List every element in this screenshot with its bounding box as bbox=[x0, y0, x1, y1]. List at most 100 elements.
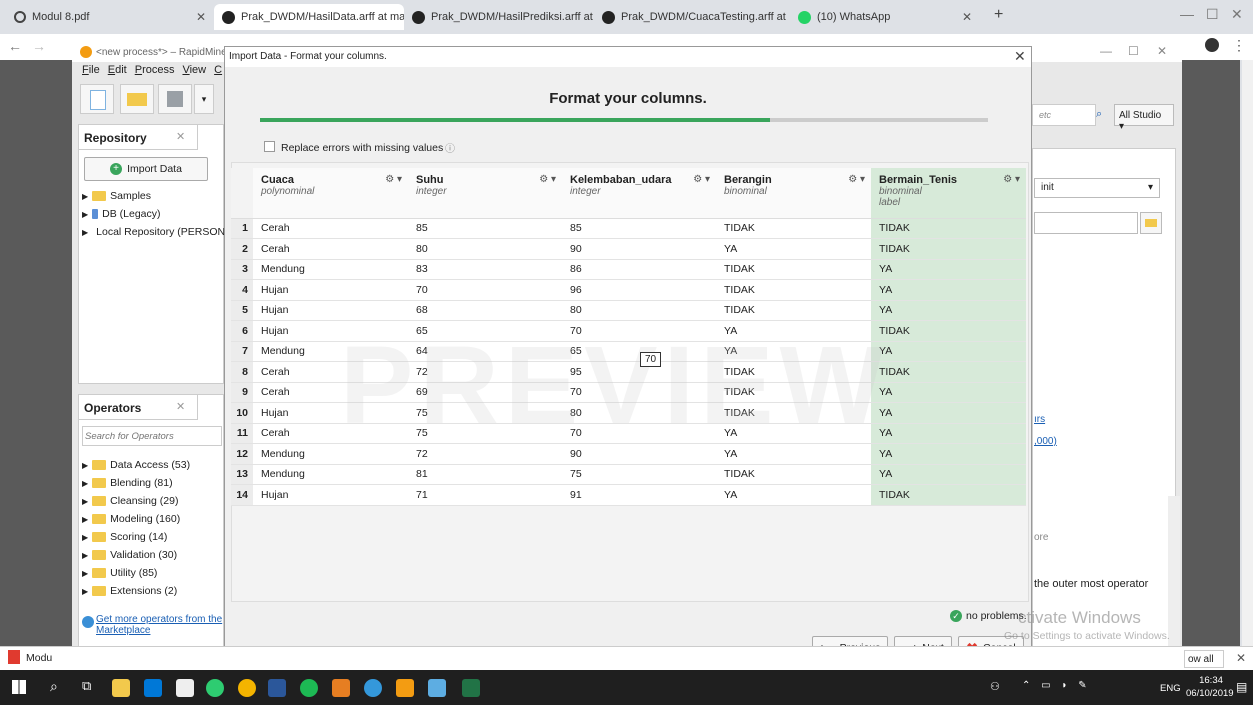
expand-icon[interactable]: ▶ bbox=[82, 497, 88, 506]
forward-icon[interactable]: → bbox=[32, 38, 46, 54]
rapidminer-taskbar-icon[interactable] bbox=[396, 679, 414, 697]
menu-view[interactable]: View bbox=[182, 64, 206, 76]
tree-item-modeling[interactable]: ▶ Modeling (160) bbox=[82, 510, 224, 528]
table-cell[interactable]: 86 bbox=[562, 259, 716, 280]
table-cell[interactable]: Hujan bbox=[253, 484, 408, 506]
clock-date[interactable]: 06/10/2019 bbox=[1186, 688, 1234, 699]
file-path-input[interactable] bbox=[1034, 212, 1138, 234]
table-cell[interactable]: 72 bbox=[408, 361, 562, 383]
xampp-icon[interactable] bbox=[332, 679, 350, 697]
table-cell[interactable]: TIDAK bbox=[716, 218, 871, 239]
menu-file[interactable]: File bbox=[82, 64, 100, 76]
close-icon[interactable]: ✕ bbox=[176, 400, 185, 413]
column-settings-icon[interactable]: ⚙ ▾ bbox=[385, 174, 402, 185]
profile-icon[interactable] bbox=[1205, 38, 1219, 52]
table-cell[interactable]: Mendung bbox=[253, 443, 408, 465]
table-cell[interactable]: Cerah bbox=[253, 361, 408, 383]
rm-minimize-icon[interactable]: — bbox=[1100, 44, 1112, 58]
operators-search-input[interactable] bbox=[82, 426, 222, 446]
tree-item-scoring[interactable]: ▶ Scoring (14) bbox=[82, 528, 224, 546]
table-cell[interactable]: TIDAK bbox=[716, 259, 871, 280]
table-cell[interactable]: 71 bbox=[408, 484, 562, 506]
table-cell[interactable]: YA bbox=[871, 464, 1026, 485]
people-icon[interactable]: ⚇ bbox=[990, 680, 1000, 693]
spotify-icon[interactable] bbox=[300, 679, 318, 697]
table-cell[interactable]: 90 bbox=[562, 238, 716, 260]
table-cell[interactable]: 80 bbox=[562, 402, 716, 424]
table-cell[interactable]: TIDAK bbox=[716, 382, 871, 403]
notifications-icon[interactable]: ▤ bbox=[1236, 680, 1247, 694]
column-header-kelembaban[interactable]: ⚙ ▾ Kelembaban_udara integer bbox=[562, 168, 716, 219]
menu-process[interactable]: Process bbox=[135, 64, 175, 76]
tab-hasilprediksi[interactable]: Prak_DWDM/HasilPrediksi.arff at ✕ bbox=[404, 4, 594, 30]
all-studio-dropdown[interactable]: All Studio ▾ bbox=[1114, 104, 1174, 132]
table-cell[interactable]: Cerah bbox=[253, 423, 408, 444]
table-cell[interactable]: 70 bbox=[408, 279, 562, 301]
close-download-bar-icon[interactable]: ✕ bbox=[1236, 651, 1246, 665]
table-cell[interactable]: TIDAK bbox=[716, 279, 871, 301]
table-cell[interactable]: Hujan bbox=[253, 320, 408, 342]
expand-icon[interactable]: ▶ bbox=[82, 587, 88, 596]
table-cell[interactable]: YA bbox=[871, 279, 1026, 301]
mail-icon[interactable] bbox=[176, 679, 194, 697]
table-cell[interactable]: 75 bbox=[562, 464, 716, 485]
column-settings-icon[interactable]: ⚙ ▾ bbox=[539, 174, 556, 185]
table-cell[interactable]: YA bbox=[871, 259, 1026, 280]
table-cell[interactable]: 85 bbox=[408, 218, 562, 239]
init-dropdown[interactable]: init ▾ bbox=[1034, 178, 1160, 198]
table-cell[interactable]: Mendung bbox=[253, 464, 408, 485]
new-process-button[interactable] bbox=[80, 84, 114, 114]
table-cell[interactable]: TIDAK bbox=[871, 320, 1026, 342]
new-tab-button[interactable]: + bbox=[994, 6, 1003, 24]
expand-icon[interactable]: ▶ bbox=[82, 461, 88, 470]
column-settings-icon[interactable]: ⚙ ▾ bbox=[848, 174, 865, 185]
browser-scrollbar[interactable] bbox=[1242, 60, 1253, 670]
expand-icon[interactable]: ▶ bbox=[82, 228, 88, 237]
table-cell[interactable]: 72 bbox=[408, 443, 562, 465]
expand-icon[interactable]: ▶ bbox=[82, 192, 88, 201]
rm-maximize-icon[interactable]: ☐ bbox=[1128, 44, 1139, 58]
expand-icon[interactable]: ▶ bbox=[82, 479, 88, 488]
table-cell[interactable]: 80 bbox=[408, 238, 562, 260]
table-cell[interactable]: 70 bbox=[562, 423, 716, 444]
language-indicator[interactable]: ENG bbox=[1160, 683, 1181, 694]
tree-item-cleansing[interactable]: ▶ Cleansing (29) bbox=[82, 492, 224, 510]
replace-errors-checkbox[interactable] bbox=[264, 141, 275, 152]
table-cell[interactable]: TIDAK bbox=[716, 402, 871, 424]
table-cell[interactable]: TIDAK bbox=[871, 484, 1026, 506]
tab-hasildata[interactable]: Prak_DWDM/HasilData.arff at ma ✕ bbox=[214, 4, 404, 30]
tab-cuacatesting[interactable]: Prak_DWDM/CuacaTesting.arff at ✕ bbox=[594, 4, 790, 30]
expand-icon[interactable]: ▶ bbox=[82, 210, 88, 219]
table-cell[interactable]: YA bbox=[716, 320, 871, 342]
table-cell[interactable]: TIDAK bbox=[871, 238, 1026, 260]
chrome-icon[interactable] bbox=[238, 679, 256, 697]
table-cell[interactable]: Mendung bbox=[253, 341, 408, 362]
table-cell[interactable]: 80 bbox=[562, 300, 716, 321]
help-link-2[interactable]: ,000) bbox=[1034, 436, 1057, 447]
tree-item-samples[interactable]: ▶ Samples bbox=[82, 187, 224, 205]
menu-connections[interactable]: C bbox=[214, 64, 222, 76]
column-settings-icon[interactable]: ⚙ ▾ bbox=[1003, 174, 1020, 185]
table-cell[interactable]: 70 bbox=[562, 382, 716, 403]
table-cell[interactable]: YA bbox=[716, 341, 871, 362]
table-cell[interactable]: YA bbox=[871, 341, 1026, 362]
table-cell[interactable]: 81 bbox=[408, 464, 562, 485]
download-item-label[interactable]: Modu bbox=[26, 652, 52, 664]
marketplace-link[interactable]: Get more operators from the Marketplace bbox=[96, 614, 224, 636]
table-cell[interactable]: YA bbox=[716, 443, 871, 465]
table-cell[interactable]: 65 bbox=[562, 341, 716, 362]
close-icon[interactable]: ✕ bbox=[962, 10, 972, 24]
tab-whatsapp[interactable]: (10) WhatsApp ✕ bbox=[790, 4, 980, 30]
table-cell[interactable]: 95 bbox=[562, 361, 716, 383]
table-cell[interactable]: YA bbox=[716, 484, 871, 506]
show-all-button[interactable]: ow all bbox=[1184, 650, 1224, 668]
table-cell[interactable]: TIDAK bbox=[871, 361, 1026, 383]
search-icon[interactable]: ⌕ bbox=[50, 678, 58, 695]
tree-item-extensions[interactable]: ▶ Extensions (2) bbox=[82, 582, 224, 600]
tree-item-validation[interactable]: ▶ Validation (30) bbox=[82, 546, 224, 564]
expand-icon[interactable]: ▶ bbox=[82, 551, 88, 560]
table-cell[interactable]: 64 bbox=[408, 341, 562, 362]
table-cell[interactable]: YA bbox=[871, 423, 1026, 444]
save-process-button[interactable] bbox=[158, 84, 192, 114]
column-header-suhu[interactable]: ⚙ ▾ Suhu integer bbox=[408, 168, 562, 219]
